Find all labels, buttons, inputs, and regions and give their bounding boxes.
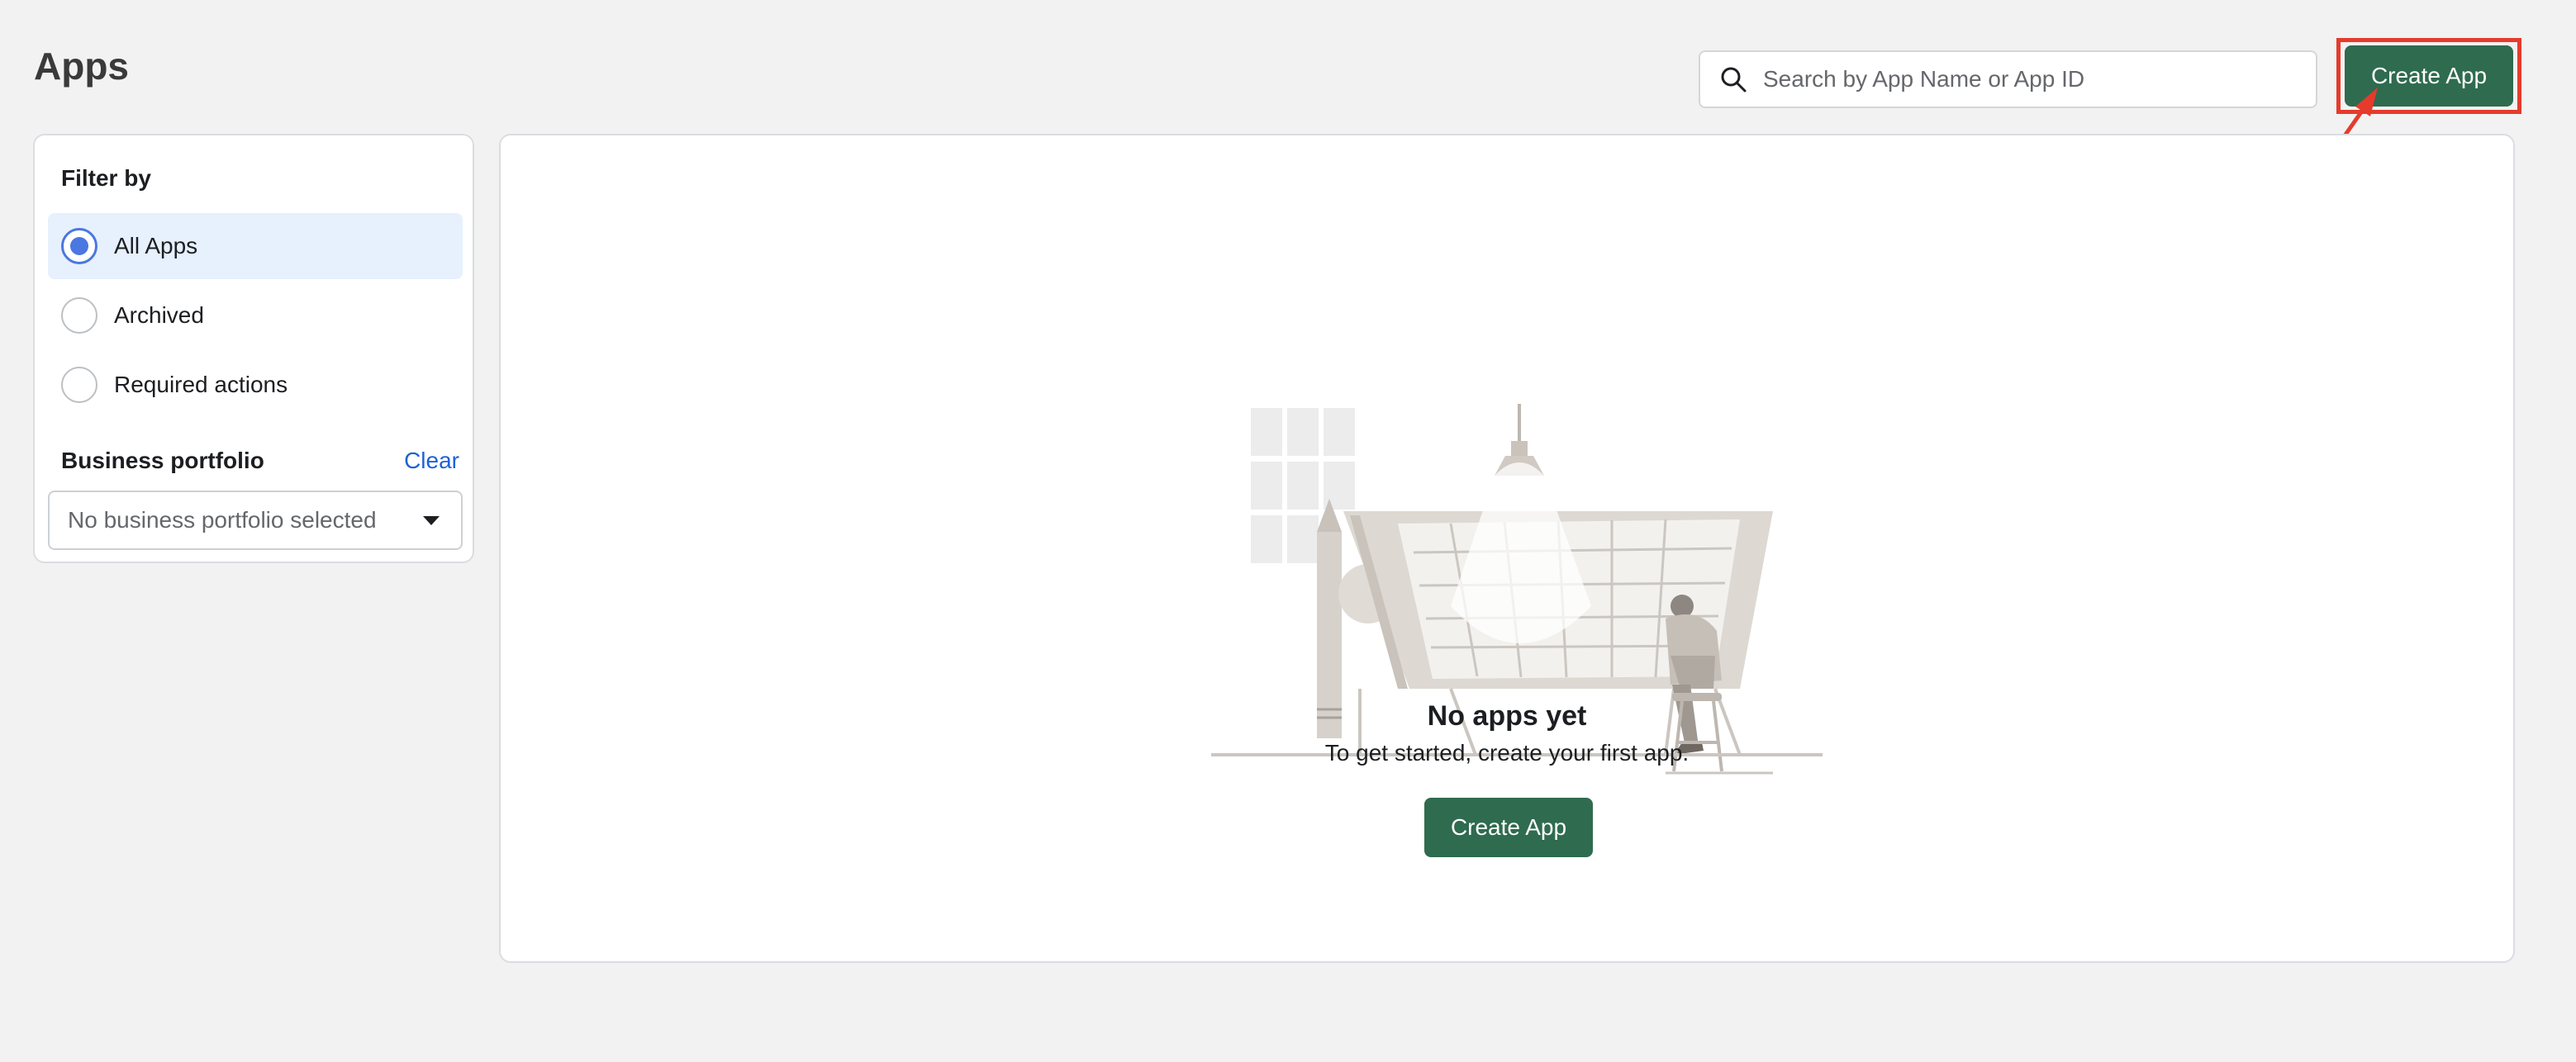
search-input[interactable] <box>1761 54 2293 105</box>
filter-panel: Filter by All Apps Archived Required act… <box>33 134 474 563</box>
radio-button[interactable] <box>61 297 97 334</box>
empty-state-subtitle: To get started, create your first app. <box>1324 740 1690 766</box>
business-portfolio-heading: Business portfolio <box>61 448 264 473</box>
clear-link[interactable]: Clear <box>404 448 459 474</box>
create-app-button[interactable]: Create App <box>2345 45 2513 107</box>
filter-option-label: All Apps <box>114 233 198 258</box>
caret-down-icon <box>423 515 440 525</box>
search-box[interactable] <box>1699 50 2317 108</box>
radio-button[interactable] <box>61 367 97 403</box>
filter-option-label: Archived <box>114 302 204 328</box>
filter-option-all-apps[interactable]: All Apps <box>48 213 463 279</box>
empty-state-title: No apps yet <box>1427 700 1587 732</box>
filter-title: Filter by <box>61 165 151 191</box>
apps-panel: No apps yet To get started, create your … <box>499 134 2515 963</box>
search-icon <box>1718 64 1748 94</box>
business-portfolio-select-value: No business portfolio selected <box>68 507 377 533</box>
business-portfolio-select[interactable]: No business portfolio selected <box>48 491 463 550</box>
radio-dot <box>70 237 88 255</box>
page-title: Apps <box>34 45 129 88</box>
filter-option-label: Required actions <box>114 372 288 397</box>
filter-option-required-actions[interactable]: Required actions <box>48 352 463 418</box>
radio-button-selected[interactable] <box>61 228 97 264</box>
filter-option-archived[interactable]: Archived <box>48 282 463 348</box>
empty-state-create-app-button[interactable]: Create App <box>1424 798 1593 857</box>
